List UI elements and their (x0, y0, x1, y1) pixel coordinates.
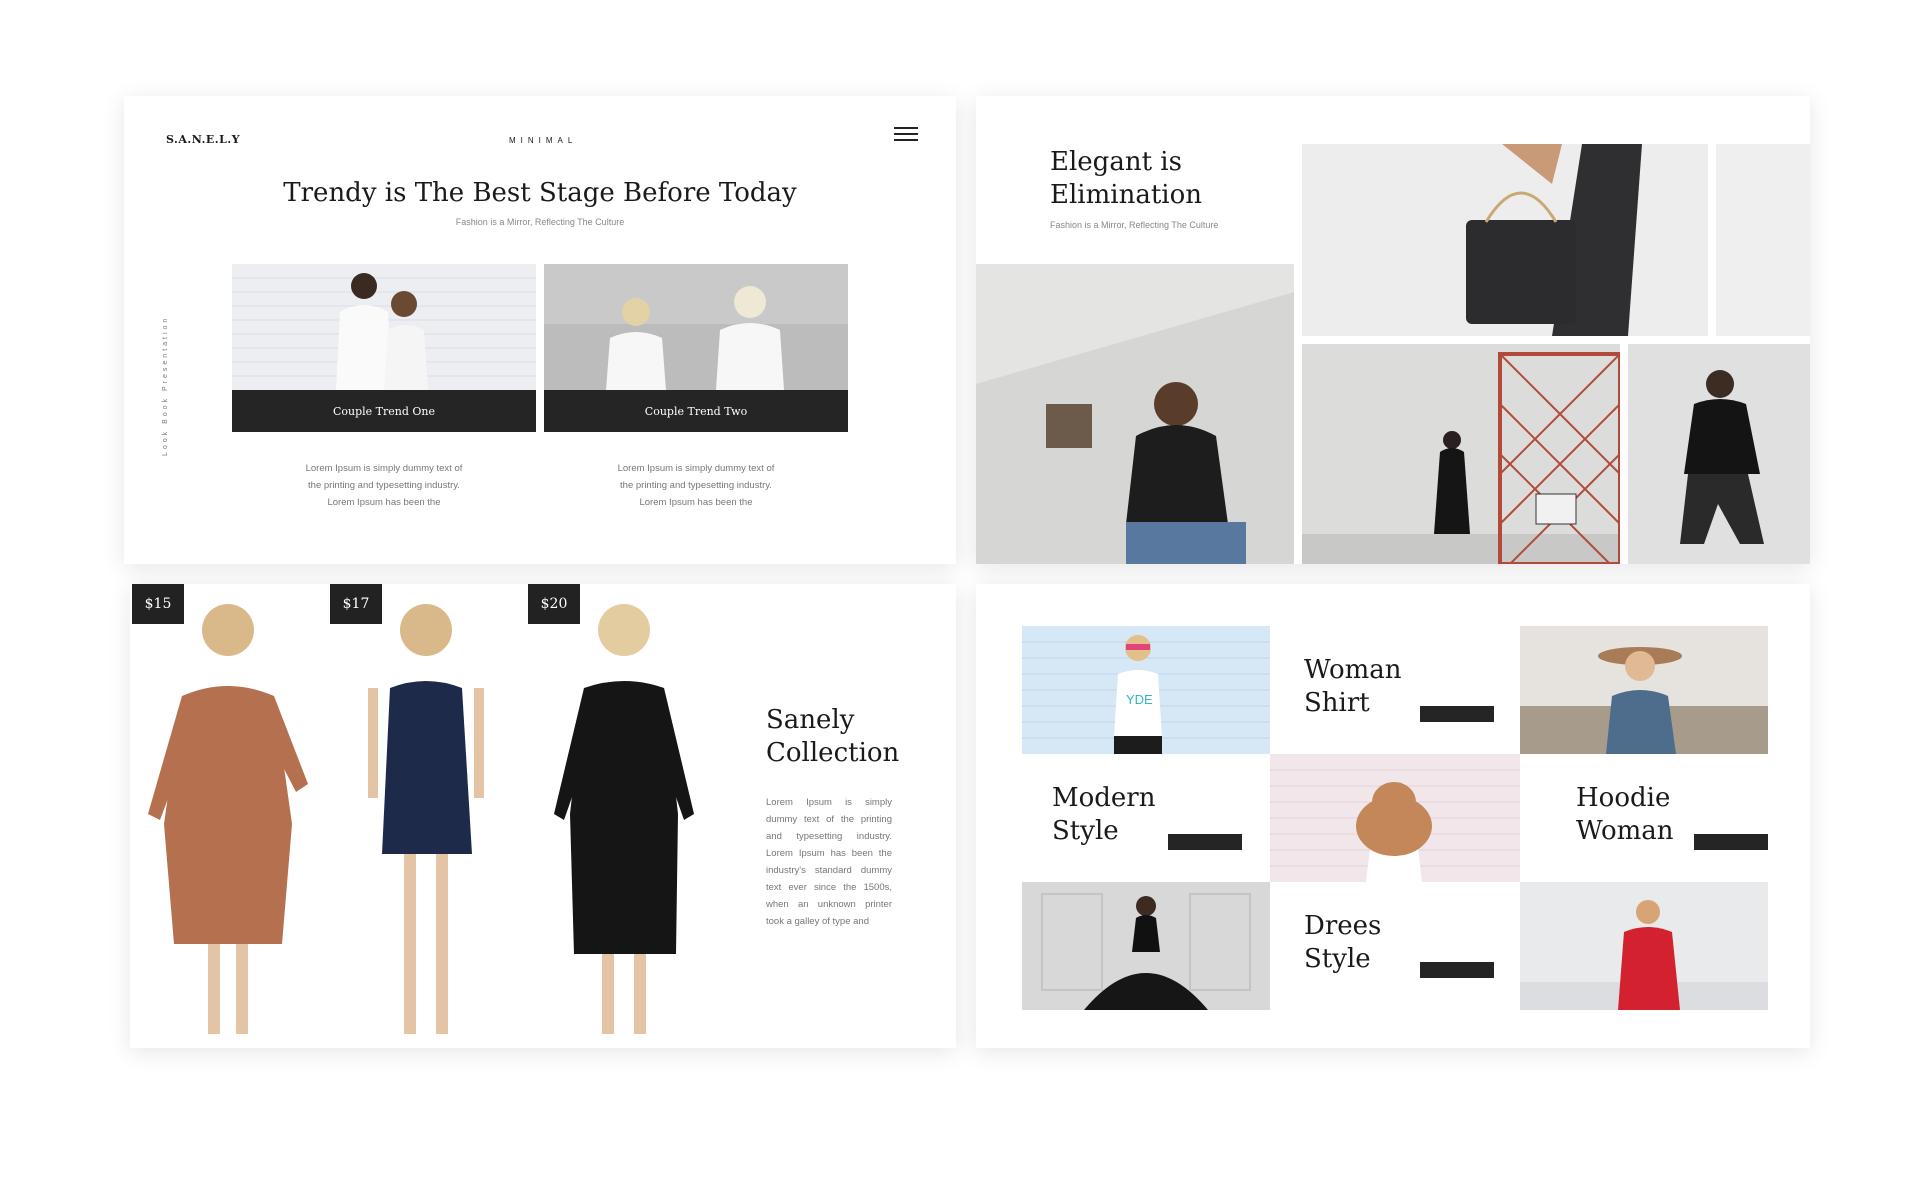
card-text-one: Lorem Ipsum is simply dummy text of the … (232, 460, 536, 511)
woman-straw-hat-photo (1270, 754, 1520, 882)
title-line: Style (1052, 816, 1119, 846)
title-line: Elimination (1050, 180, 1202, 210)
tile-bar (1420, 962, 1494, 978)
drees-style-photo (1022, 882, 1270, 1010)
card-text-line: the printing and typesetting industry. (308, 480, 460, 491)
vertical-label: Look Book Presentation (162, 315, 169, 456)
card-text-line: Lorem Ipsum is simply dummy text of (617, 463, 775, 474)
tile-title-woman-shirt: Woman Shirt (1304, 654, 1402, 720)
card-text-two: Lorem Ipsum is simply dummy text of the … (544, 460, 848, 511)
title-line: Collection (766, 738, 900, 768)
title-line: Woman (1576, 816, 1674, 846)
slide-styles: YDE Woman Shirt Modern Style Hoodie Woma… (976, 584, 1810, 1048)
slide-elegant: Elegant is Elimination Fashion is a Mirr… (976, 96, 1810, 564)
brand-logo: S.A.N.E.L.Y (166, 133, 241, 146)
tile-title-drees-style: Drees Style (1304, 910, 1381, 976)
hamburger-menu-icon[interactable] (894, 127, 918, 145)
slide-subtitle: Fashion is a Mirror, Reflecting The Cult… (1050, 220, 1219, 230)
woman-black-sweater-photo (976, 264, 1294, 564)
card-label-one[interactable]: Couple Trend One (232, 390, 536, 432)
collection-text: Lorem Ipsum is simply dummy text of the … (766, 797, 892, 927)
slide-title: Elegant is Elimination (1050, 146, 1202, 212)
title-line: Hoodie (1576, 783, 1671, 813)
shirt-print-text: YDE (1126, 692, 1153, 707)
dress-rust-photo (132, 584, 322, 1048)
title-line: Drees (1304, 911, 1382, 941)
couple-two-photo (544, 264, 848, 390)
woman-shirt-photo: YDE (1022, 626, 1270, 754)
tile-bar (1168, 834, 1242, 850)
price-badge: $15 (132, 584, 184, 624)
page-subtitle: Fashion is a Mirror, Reflecting The Cult… (455, 217, 625, 227)
title-line: Woman (1304, 655, 1402, 685)
title-line: Elegant is (1050, 147, 1182, 177)
card-text-line: the printing and typesetting industry. (620, 480, 772, 491)
tile-title-modern-style: Modern Style (1052, 782, 1155, 848)
page-title: Trendy is The Best Stage Before Today (283, 178, 797, 208)
couple-one-photo (232, 264, 536, 390)
tile-bar (1420, 706, 1494, 722)
price-badge: $20 (528, 584, 580, 624)
card-text-line: Lorem Ipsum has been the (327, 497, 441, 508)
title-line: Modern (1052, 783, 1156, 813)
brand-tag: MINIMAL (509, 136, 578, 145)
slide-trendy: S.A.N.E.L.Y MINIMAL Trendy is The Best S… (124, 96, 956, 564)
collection-title: Sanely Collection (766, 704, 899, 770)
tile-title-hoodie-woman: Hoodie Woman (1576, 782, 1674, 848)
title-line: Style (1304, 944, 1371, 974)
card-label-two[interactable]: Couple Trend Two (544, 390, 848, 432)
woman-red-hoodie-photo (1520, 882, 1768, 1010)
card-text-line: Lorem Ipsum has been the (639, 497, 753, 508)
blank-panel (1716, 144, 1810, 336)
dress-navy-photo (330, 584, 520, 1048)
handbag-photo (1302, 144, 1708, 336)
tile-bar (1694, 834, 1768, 850)
card-text-line: Lorem Ipsum is simply dummy text of (305, 463, 463, 474)
slide-collection: $15 $17 $20 Sanely Collection Lorem Ipsu… (130, 584, 956, 1048)
title-line: Sanely (766, 705, 855, 735)
woman-hat-photo (1520, 626, 1768, 754)
woman-lace-photo (1628, 344, 1810, 564)
woman-gate-photo (1302, 344, 1620, 564)
title-line: Shirt (1304, 688, 1370, 718)
price-badge: $17 (330, 584, 382, 624)
dress-black-photo (528, 584, 718, 1048)
